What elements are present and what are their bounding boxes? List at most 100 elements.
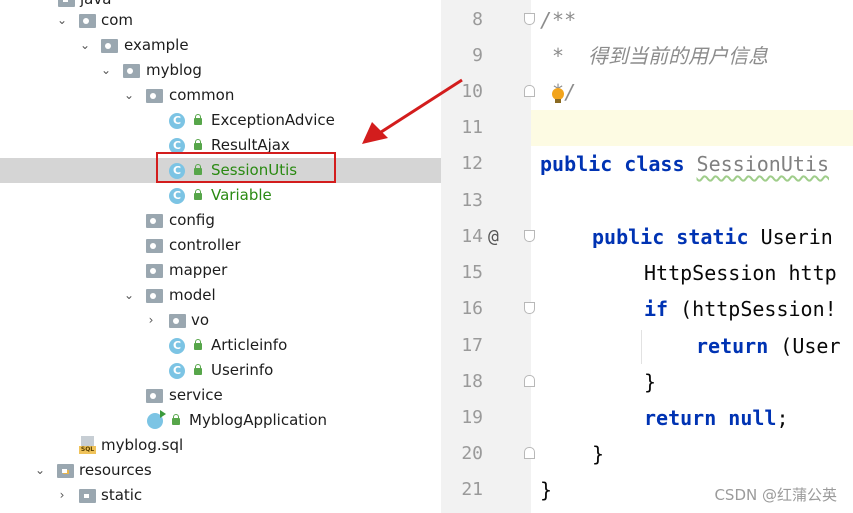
tree-row-common[interactable]: ⌄ common: [0, 83, 441, 108]
chevron-right-icon[interactable]: ›: [144, 308, 158, 333]
tree-row-static[interactable]: › static: [0, 483, 441, 508]
lock-icon: [194, 114, 202, 125]
class-icon: C: [169, 113, 185, 129]
code-keyword: public static: [592, 225, 761, 249]
line-number: 21: [461, 479, 483, 500]
fold-open-icon[interactable]: [524, 230, 535, 242]
tree-row-example[interactable]: ⌄ example: [0, 33, 441, 58]
line-number: 16: [461, 298, 483, 319]
package-icon: [79, 14, 96, 28]
class-icon: C: [169, 338, 185, 354]
indent-guide: [641, 330, 642, 364]
tree-row-vo[interactable]: › vo: [0, 308, 441, 333]
package-icon: [146, 389, 163, 403]
tree-row-resources[interactable]: ⌄ resources: [0, 458, 441, 483]
tree-label: ExceptionAdvice: [211, 111, 335, 129]
line-number: 10: [461, 81, 483, 102]
tree-row-controller[interactable]: controller: [0, 233, 441, 258]
chevron-down-icon[interactable]: ⌄: [55, 8, 69, 33]
lock-icon: [194, 189, 202, 200]
code-text: (httpSession!: [680, 297, 837, 321]
tree-row-variable[interactable]: C Variable: [0, 183, 441, 208]
tree-row-config[interactable]: config: [0, 208, 441, 233]
tree-row-myblogapplication[interactable]: MyblogApplication: [0, 408, 441, 433]
tree-label: myblog: [146, 61, 202, 79]
folder-icon: [79, 489, 96, 503]
fold-open-icon[interactable]: [524, 13, 535, 25]
fold-close-icon[interactable]: [524, 447, 535, 459]
lock-icon: [194, 364, 202, 375]
fold-open-icon[interactable]: [524, 302, 535, 314]
tree-label: com: [101, 11, 134, 29]
code-text: ;: [776, 406, 789, 430]
lightbulb-icon[interactable]: [552, 88, 564, 103]
resources-folder-icon: [57, 464, 74, 478]
tree-label: controller: [169, 236, 241, 254]
code-editor[interactable]: 8 9 10 11 12 13 14 15 16 17 18 19 20 21 …: [441, 0, 853, 513]
line-number: 13: [461, 190, 483, 211]
folder-icon: [58, 0, 75, 7]
tree-label: resources: [79, 461, 152, 479]
highlight-box: [156, 152, 336, 183]
line-number: 17: [461, 335, 483, 356]
class-name: SessionUtis: [696, 152, 829, 176]
package-icon: [146, 214, 163, 228]
code-line-12: public class SessionUtis: [540, 146, 829, 182]
tree-row-myblog[interactable]: ⌄ myblog: [0, 58, 441, 83]
tree-label: mapper: [169, 261, 228, 279]
tree-label: config: [169, 211, 215, 229]
line-number: 15: [461, 262, 483, 283]
line-number: 18: [461, 371, 483, 392]
lock-icon: [172, 414, 180, 425]
lock-icon: [194, 339, 202, 350]
override-marker-icon[interactable]: @: [488, 219, 499, 255]
package-icon: [146, 239, 163, 253]
chevron-right-icon[interactable]: ›: [55, 483, 69, 508]
line-number: 14: [461, 226, 483, 247]
chevron-down-icon[interactable]: ⌄: [33, 458, 47, 483]
tree-label: Variable: [211, 186, 272, 204]
line-number: 8: [472, 9, 483, 30]
tree-label: static: [101, 486, 143, 504]
code-line-16: if (httpSession!: [644, 291, 837, 327]
tree-row-service[interactable]: service: [0, 383, 441, 408]
line-number: 9: [472, 45, 483, 66]
sql-tag: SQL: [79, 446, 96, 454]
tree-row-mapper[interactable]: mapper: [0, 258, 441, 283]
project-tree-panel: java ⌄ com ⌄ example ⌄ myblog ⌄ common C…: [0, 0, 441, 513]
chevron-down-icon[interactable]: ⌄: [99, 58, 113, 83]
code-line-19: return null;: [644, 400, 789, 436]
current-line-highlight: [531, 110, 853, 146]
chevron-down-icon[interactable]: ⌄: [78, 33, 92, 58]
tree-row-userinfo[interactable]: C Userinfo: [0, 358, 441, 383]
code-line-9: * 得到当前的用户信息: [540, 44, 769, 68]
watermark: CSDN @红蒲公英: [714, 486, 837, 504]
code-text: Userin: [760, 225, 833, 249]
tree-label: Articleinfo: [211, 336, 288, 354]
package-icon: [146, 289, 163, 303]
tree-row-model[interactable]: ⌄ model: [0, 283, 441, 308]
code-keyword: if: [644, 297, 681, 321]
code-line-14: public static Userin: [592, 219, 833, 255]
tree-label: MyblogApplication: [189, 411, 328, 429]
tree-label: vo: [191, 311, 210, 329]
line-number: 12: [461, 153, 483, 174]
tree-row-articleinfo[interactable]: C Articleinfo: [0, 333, 441, 358]
spring-app-icon: [147, 410, 166, 429]
code-keyword: return null: [644, 406, 777, 430]
line-number: 11: [461, 117, 483, 138]
tree-row-exceptionadvice[interactable]: C ExceptionAdvice: [0, 108, 441, 133]
chevron-down-icon[interactable]: ⌄: [122, 283, 136, 308]
package-icon: [146, 264, 163, 278]
class-icon: C: [169, 363, 185, 379]
code-line-20: }: [592, 442, 605, 466]
lock-icon: [194, 139, 202, 150]
code-text: (User: [780, 334, 841, 358]
code-keyword: return: [696, 334, 781, 358]
tree-row-myblog-sql[interactable]: SQL myblog.sql: [0, 433, 441, 458]
tree-label: example: [124, 36, 189, 54]
fold-close-icon[interactable]: [524, 85, 535, 97]
chevron-down-icon[interactable]: ⌄: [122, 83, 136, 108]
tree-row-com[interactable]: ⌄ com: [0, 8, 441, 33]
fold-close-icon[interactable]: [524, 375, 535, 387]
